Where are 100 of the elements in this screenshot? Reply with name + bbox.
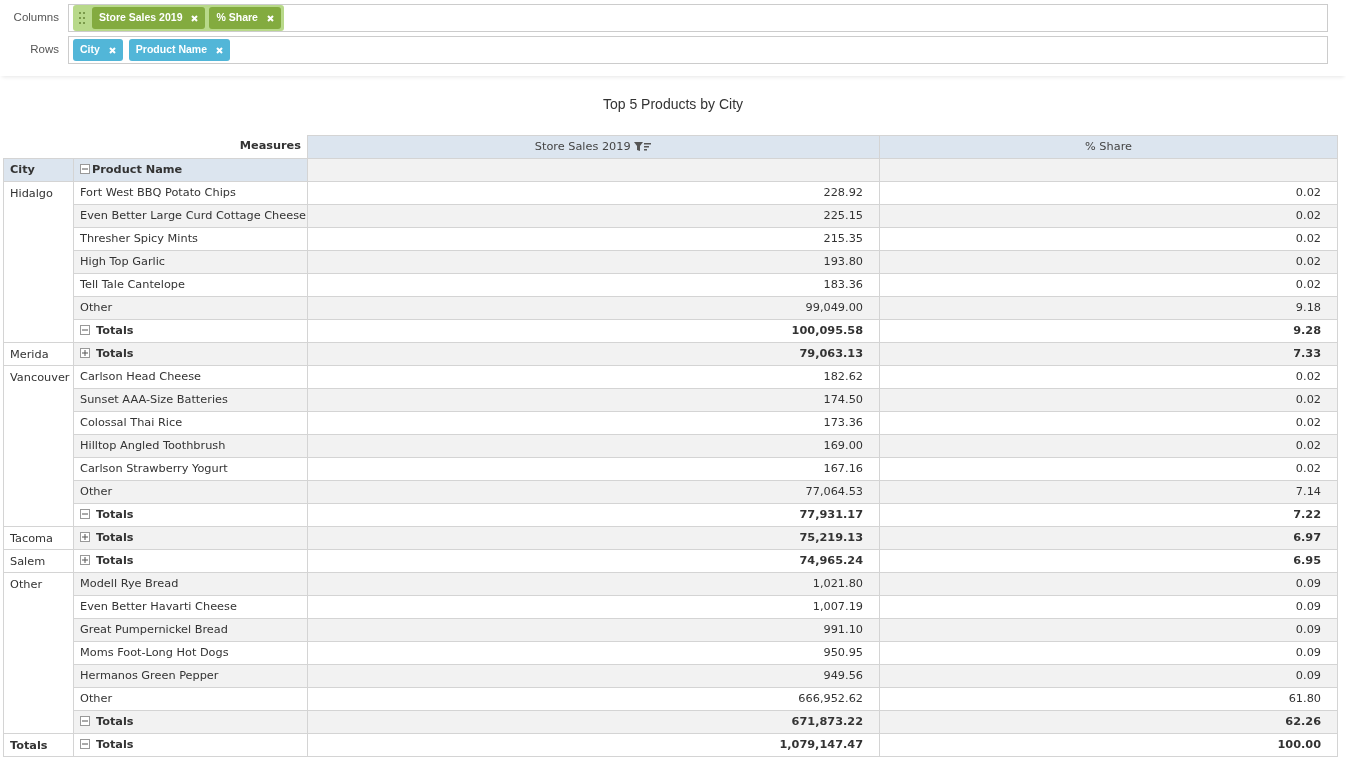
city-cell: Tacoma xyxy=(3,526,74,550)
sales-total: 74,965.24 xyxy=(307,549,880,573)
product-cell: Fort West BBQ Potato Chips xyxy=(73,181,308,205)
totals-label: Totals xyxy=(73,503,308,527)
remove-icon[interactable] xyxy=(191,14,199,22)
grand-total-label: Totals xyxy=(3,733,74,757)
filter-sort-icon[interactable] xyxy=(634,139,653,153)
share-total: 9.28 xyxy=(879,319,1338,343)
totals-label: Totals xyxy=(73,319,308,343)
share-cell: 0.02 xyxy=(879,457,1338,481)
product-cell: Carlson Head Cheese xyxy=(73,365,308,389)
share-cell: 0.09 xyxy=(879,664,1338,688)
sales-total: 100,095.58 xyxy=(307,319,880,343)
product-cell: Modell Rye Bread xyxy=(73,572,308,596)
field-chip[interactable]: City xyxy=(73,39,123,61)
collapse-icon[interactable] xyxy=(80,163,90,174)
columns-label: Columns xyxy=(12,10,59,26)
field-chip[interactable]: Product Name xyxy=(128,39,231,61)
product-cell: Even Better Havarti Cheese xyxy=(73,595,308,619)
share-total: 7.33 xyxy=(879,342,1338,366)
totals-label: Totals xyxy=(73,342,308,366)
share-cell: 7.14 xyxy=(879,480,1338,504)
drag-handle-icon[interactable] xyxy=(79,12,85,24)
city-cell: Hidalgo xyxy=(3,181,74,343)
sales-cell: 169.00 xyxy=(307,434,880,458)
totals-label: Totals xyxy=(73,710,308,734)
field-chip[interactable]: Store Sales 2019 xyxy=(92,7,206,29)
field-chip[interactable]: % Share xyxy=(209,7,281,29)
sales-cell: 949.56 xyxy=(307,664,880,688)
share-cell: 0.09 xyxy=(879,572,1338,596)
collapse-icon[interactable] xyxy=(80,738,90,749)
sales-total: 75,219.13 xyxy=(307,526,880,550)
report-title: Top 5 Products by City xyxy=(601,95,745,114)
expand-icon[interactable] xyxy=(80,554,90,565)
city-cell: Merida xyxy=(3,342,74,366)
share-cell: 0.02 xyxy=(879,434,1338,458)
columns-drop-zone[interactable]: Store Sales 2019 % Share xyxy=(68,4,1328,32)
sales-cell: 228.92 xyxy=(307,181,880,205)
row-header[interactable]: Product Name xyxy=(73,158,308,182)
sales-total: 79,063.13 xyxy=(307,342,880,366)
sales-cell: 174.50 xyxy=(307,388,880,412)
sales-cell: 99,049.00 xyxy=(307,296,880,320)
remove-icon[interactable] xyxy=(216,46,224,54)
share-cell: 0.02 xyxy=(879,365,1338,389)
share-cell: 0.02 xyxy=(879,204,1338,228)
collapse-icon[interactable] xyxy=(80,715,90,726)
sales-total: 77,931.17 xyxy=(307,503,880,527)
sales-cell: 991.10 xyxy=(307,618,880,642)
column-header[interactable]: Store Sales 2019 xyxy=(307,135,880,159)
collapse-icon[interactable] xyxy=(80,508,90,519)
sales-cell: 77,064.53 xyxy=(307,480,880,504)
share-cell: 0.02 xyxy=(879,411,1338,435)
measures-label: Measures xyxy=(3,135,308,159)
sales-cell: 215.35 xyxy=(307,227,880,251)
sales-cell: 1,007.19 xyxy=(307,595,880,619)
share-total: 100.00 xyxy=(879,733,1338,757)
sales-cell: 666,952.62 xyxy=(307,687,880,711)
sales-cell: 1,021.80 xyxy=(307,572,880,596)
sales-total: 671,873.22 xyxy=(307,710,880,734)
rows-drop-zone[interactable]: City Product Name xyxy=(68,36,1328,64)
sales-cell: 182.62 xyxy=(307,365,880,389)
share-cell: 0.02 xyxy=(879,273,1338,297)
share-cell: 0.09 xyxy=(879,641,1338,665)
sales-cell: 167.16 xyxy=(307,457,880,481)
sales-cell: 183.36 xyxy=(307,273,880,297)
totals-label: Totals xyxy=(73,549,308,573)
share-total: 62.26 xyxy=(879,710,1338,734)
row-header[interactable]: City xyxy=(3,158,74,182)
product-cell: Other xyxy=(73,687,308,711)
city-cell: Vancouver xyxy=(3,365,74,527)
rows-label: Rows xyxy=(29,42,59,58)
collapse-icon[interactable] xyxy=(80,324,90,335)
product-cell: Other xyxy=(73,480,308,504)
share-cell: 0.02 xyxy=(879,388,1338,412)
share-cell: 0.02 xyxy=(879,250,1338,274)
expand-icon[interactable] xyxy=(80,347,90,358)
share-cell: 61.80 xyxy=(879,687,1338,711)
city-cell: Other xyxy=(3,572,74,734)
product-cell: Moms Foot-Long Hot Dogs xyxy=(73,641,308,665)
share-cell: 9.18 xyxy=(879,296,1338,320)
column-header[interactable]: % Share xyxy=(879,135,1338,159)
product-cell: Hilltop Angled Toothbrush xyxy=(73,434,308,458)
sales-cell: 193.80 xyxy=(307,250,880,274)
totals-label: Totals xyxy=(73,733,308,757)
expand-icon[interactable] xyxy=(80,531,90,542)
product-cell: Colossal Thai Rice xyxy=(73,411,308,435)
product-cell: Other xyxy=(73,296,308,320)
sales-total: 1,079,147.47 xyxy=(307,733,880,757)
share-total: 6.97 xyxy=(879,526,1338,550)
share-cell: 0.09 xyxy=(879,595,1338,619)
city-cell: Salem xyxy=(3,549,74,573)
product-cell: Tell Tale Cantelope xyxy=(73,273,308,297)
share-cell: 0.02 xyxy=(879,181,1338,205)
remove-icon[interactable] xyxy=(108,46,116,54)
share-total: 7.22 xyxy=(879,503,1338,527)
sales-cell: 173.36 xyxy=(307,411,880,435)
remove-icon[interactable] xyxy=(266,14,274,22)
product-cell: Hermanos Green Pepper xyxy=(73,664,308,688)
sales-cell: 225.15 xyxy=(307,204,880,228)
product-cell: Carlson Strawberry Yogurt xyxy=(73,457,308,481)
